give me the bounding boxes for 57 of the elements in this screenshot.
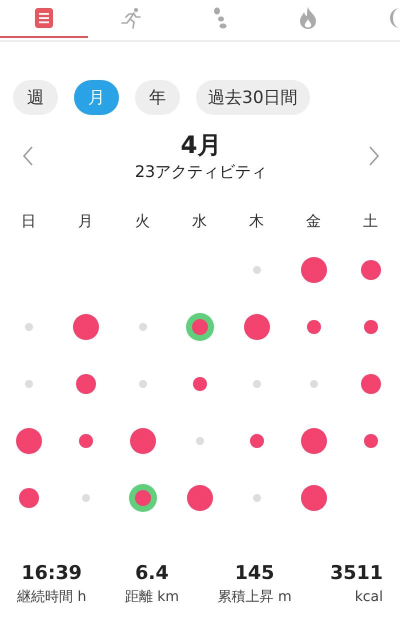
activity-dot[interactable] xyxy=(306,320,320,334)
weekday-label: 土 xyxy=(363,211,378,231)
weekday-label: 火 xyxy=(135,211,150,231)
flame-icon xyxy=(299,7,317,29)
weekday-label: 日 xyxy=(21,211,36,231)
activity-dot[interactable] xyxy=(250,434,264,448)
weekday-label: 金 xyxy=(306,211,321,231)
activity-dot[interactable] xyxy=(244,314,270,340)
activity-dot[interactable] xyxy=(360,374,380,394)
stat-label: 継続時間 h xyxy=(17,588,86,607)
stat-value: 3511 xyxy=(330,561,383,585)
list-icon xyxy=(35,8,53,28)
previous-icon[interactable] xyxy=(22,146,34,166)
activity-dot[interactable] xyxy=(360,260,380,280)
activity-dot[interactable] xyxy=(16,428,42,454)
period-chip[interactable]: 週 xyxy=(13,80,58,115)
rest-day-dot[interactable] xyxy=(138,322,146,330)
weekday-label: 月 xyxy=(78,211,93,231)
activity-dot[interactable] xyxy=(364,434,378,448)
moon-icon xyxy=(390,7,400,29)
highlighted-activity-dot[interactable] xyxy=(128,484,156,512)
runner-icon xyxy=(121,7,143,29)
stat-value: 145 xyxy=(234,561,274,585)
stat-value: 16:39 xyxy=(21,561,82,585)
activity-dot[interactable] xyxy=(130,428,156,454)
highlighted-activity-dot[interactable] xyxy=(186,312,214,340)
activity-dot[interactable] xyxy=(300,256,326,282)
stat-label: 累積上昇 m xyxy=(218,588,292,607)
activity-dot[interactable] xyxy=(18,488,38,508)
rest-day-dot[interactable] xyxy=(252,266,260,274)
activity-dot[interactable] xyxy=(300,484,326,510)
activity-dot[interactable] xyxy=(76,374,96,394)
period-chip[interactable]: 年 xyxy=(135,80,180,115)
activity-dot[interactable] xyxy=(300,428,326,454)
rest-day-dot[interactable] xyxy=(82,494,90,502)
weekday-label: 木 xyxy=(249,211,264,231)
activity-dot[interactable] xyxy=(192,376,206,390)
weekday-label: 水 xyxy=(192,211,207,231)
stat-label: kcal xyxy=(354,588,383,607)
rest-day-dot[interactable] xyxy=(24,380,32,388)
rest-day-dot[interactable] xyxy=(252,380,260,388)
activity-dot[interactable] xyxy=(186,484,212,510)
rest-day-dot[interactable] xyxy=(252,494,260,502)
activity-dot[interactable] xyxy=(72,314,98,340)
activity-dot[interactable] xyxy=(364,320,378,334)
next-icon[interactable] xyxy=(368,146,380,166)
footprints-icon xyxy=(213,7,227,29)
activity-count: 23アクティビティ xyxy=(134,161,268,183)
rest-day-dot[interactable] xyxy=(310,380,318,388)
period-chip[interactable]: 過去30日間 xyxy=(196,80,310,115)
month-title: 4月 xyxy=(180,130,222,161)
rest-day-dot[interactable] xyxy=(138,380,146,388)
stat-label: 距離 km xyxy=(124,588,180,607)
rest-day-dot[interactable] xyxy=(24,322,32,330)
rest-day-dot[interactable] xyxy=(196,436,204,444)
activity-dot[interactable] xyxy=(78,434,92,448)
stat-value: 6.4 xyxy=(135,561,169,585)
